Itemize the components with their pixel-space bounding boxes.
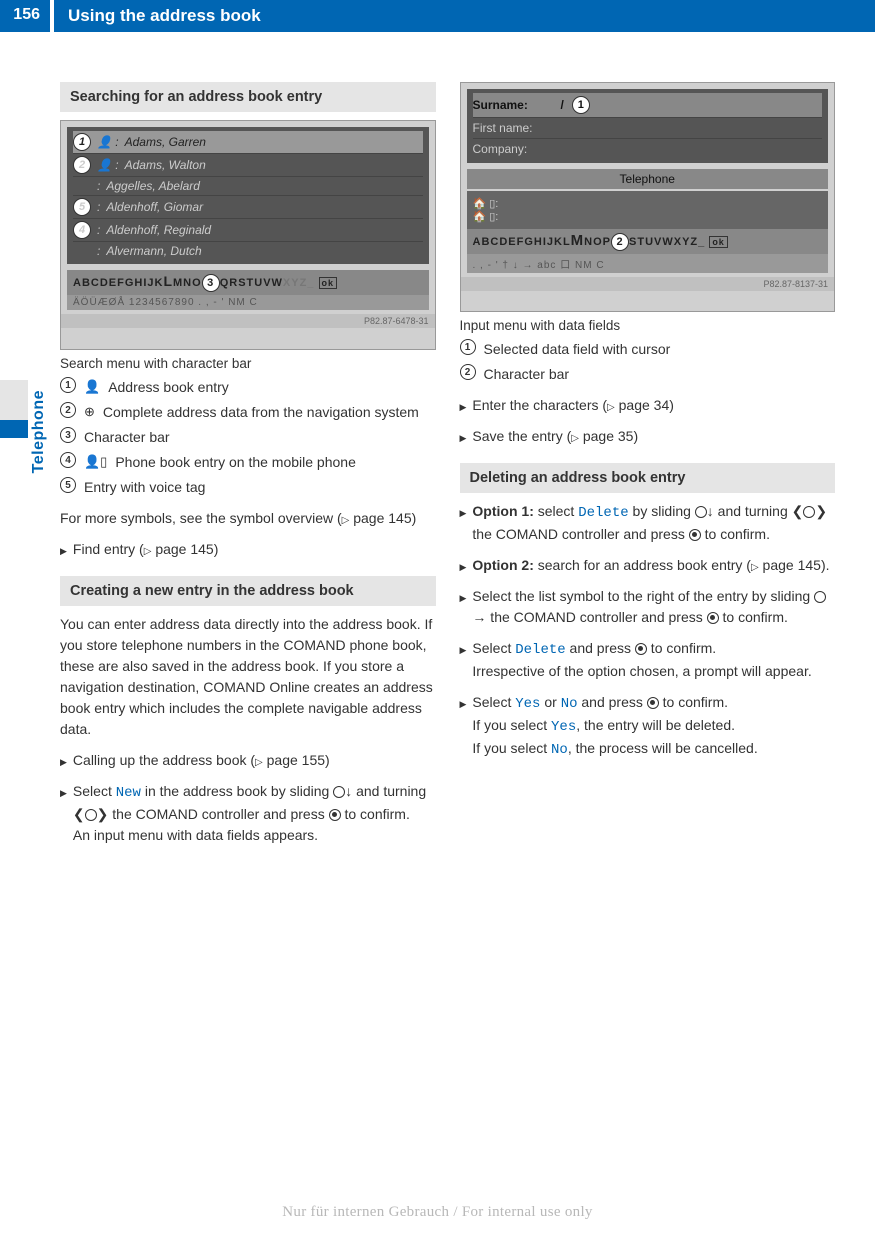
legend2-num-2: 2	[460, 364, 476, 380]
side-tab: Telephone	[0, 380, 28, 530]
step-find-entry: Find entry ( page 145)	[60, 539, 436, 560]
cmd-no: No	[561, 696, 578, 712]
legend-num-4: 4	[60, 452, 76, 468]
step-marker-icon	[460, 638, 467, 659]
section-creating-title: Creating a new entry in the address book	[60, 576, 436, 606]
page-ref-icon	[571, 428, 579, 444]
step-marker-icon	[60, 781, 67, 802]
legend1: 1 👤 Address book entry 2 ⊕ Complete address …	[60, 377, 436, 498]
step-marker-icon	[460, 501, 467, 522]
controller-press-icon	[707, 612, 719, 624]
page-header: 156 Using the address book	[0, 0, 875, 32]
figure-charbar-sub: ÄÖÜÆØÅ 1234567890 . , - ' NM C	[67, 295, 429, 310]
legend2-num-1: 1	[460, 339, 476, 355]
controller-press-icon	[689, 529, 701, 541]
step-select-new: Select New in the address book by slidin…	[60, 781, 436, 846]
step-option2: Option 2: search for an address book ent…	[460, 555, 836, 576]
controller-slide-icon	[333, 786, 345, 798]
footer-watermark: Nur für internen Gebrauch / For internal…	[0, 1204, 875, 1221]
cmd-yes: Yes	[515, 696, 540, 712]
side-tab-label: Telephone	[30, 390, 48, 473]
legend1-text: Address book entry	[108, 377, 435, 398]
nav-pin-icon: ⊕	[84, 402, 95, 422]
step-call-addressbook: Calling up the address book ( page 155)	[60, 750, 436, 771]
figure2-charbar-sub: . , - ' † ↓ → abc 口 NM C	[467, 254, 829, 273]
legend-num-5: 5	[60, 477, 76, 493]
step-marker-icon	[460, 426, 467, 447]
legend3-text: Character bar	[84, 427, 436, 448]
step-option1: Option 1: select Delete by sliding ↓ and…	[460, 501, 836, 545]
figure1-caption: Search menu with character bar	[60, 356, 436, 371]
page-ref-icon	[607, 397, 615, 413]
figure2-charbar: ABCDEFGHIJKLMNOP2STUVWXYZ_ ok	[467, 229, 829, 254]
step-save-entry: Save the entry ( page 35)	[460, 426, 836, 447]
create-intro: You can enter address data directly into…	[60, 614, 436, 740]
figure-code: P82.87-6478-31	[61, 314, 435, 328]
section-deleting-title: Deleting an address book entry	[460, 463, 836, 493]
figure-search-menu: 1👤 :Adams, Garren 2👤 :Adams, Walton :Agg…	[60, 120, 436, 350]
controller-turn-icon	[803, 506, 815, 518]
step-enter-chars: Enter the characters ( page 34)	[460, 395, 836, 416]
step-marker-icon	[60, 750, 67, 771]
page-ref-icon	[751, 557, 759, 573]
page-ref-icon	[255, 752, 263, 768]
cmd-delete: Delete	[515, 642, 565, 658]
controller-slide-icon	[695, 506, 707, 518]
step-yes-no: Select Yes or No and press to confirm.If…	[460, 692, 836, 761]
legend2: 1 Selected data field with cursor 2 Charac…	[460, 339, 836, 385]
phone-sim-icon: 👤▯	[84, 452, 107, 472]
legend-num-1: 1	[60, 377, 76, 393]
right-column: Surname:/1 First name: Company: Telephon…	[460, 82, 836, 862]
controller-slide-icon	[814, 591, 826, 603]
cmd-delete: Delete	[578, 505, 628, 521]
person-icon: 👤	[84, 377, 100, 397]
step-marker-icon	[60, 539, 67, 560]
controller-press-icon	[329, 809, 341, 821]
legend2-text: Complete address data from the navigatio…	[103, 402, 436, 423]
step-marker-icon	[460, 395, 467, 416]
figure2-caption: Input menu with data fields	[460, 318, 836, 333]
legend5-text: Entry with voice tag	[84, 477, 436, 498]
legend-num-2: 2	[60, 402, 76, 418]
section-searching-title: Searching for an address book entry	[60, 82, 436, 112]
page-title: Using the address book	[54, 0, 875, 32]
figure-input-menu: Surname:/1 First name: Company: Telephon…	[460, 82, 836, 312]
step-select-list-symbol: Select the list symbol to the right of t…	[460, 586, 836, 628]
legend-num-3: 3	[60, 427, 76, 443]
controller-press-icon	[647, 697, 659, 709]
legend4-text: Phone book entry on the mobile phone	[115, 452, 435, 473]
cmd-new: New	[116, 785, 141, 801]
step-select-delete: Select Delete and press to confirm.Irres…	[460, 638, 836, 682]
controller-turn-icon	[85, 809, 97, 821]
figure-charbar: ABCDEFGHIJKLMNO3QRSTUVWXYZ_ ok	[67, 270, 429, 295]
step-marker-icon	[460, 586, 467, 607]
controller-press-icon	[635, 643, 647, 655]
legend2-1-text: Selected data field with cursor	[484, 339, 836, 360]
content-columns: Searching for an address book entry 1👤 :…	[0, 82, 875, 862]
step-marker-icon	[460, 692, 467, 713]
symbols-note: For more symbols, see the symbol overvie…	[60, 508, 436, 529]
step-marker-icon	[460, 555, 467, 576]
left-column: Searching for an address book entry 1👤 :…	[60, 82, 436, 862]
legend2-2-text: Character bar	[484, 364, 836, 385]
page-number: 156	[0, 0, 50, 32]
figure2-code: P82.87-8137-31	[461, 277, 835, 291]
